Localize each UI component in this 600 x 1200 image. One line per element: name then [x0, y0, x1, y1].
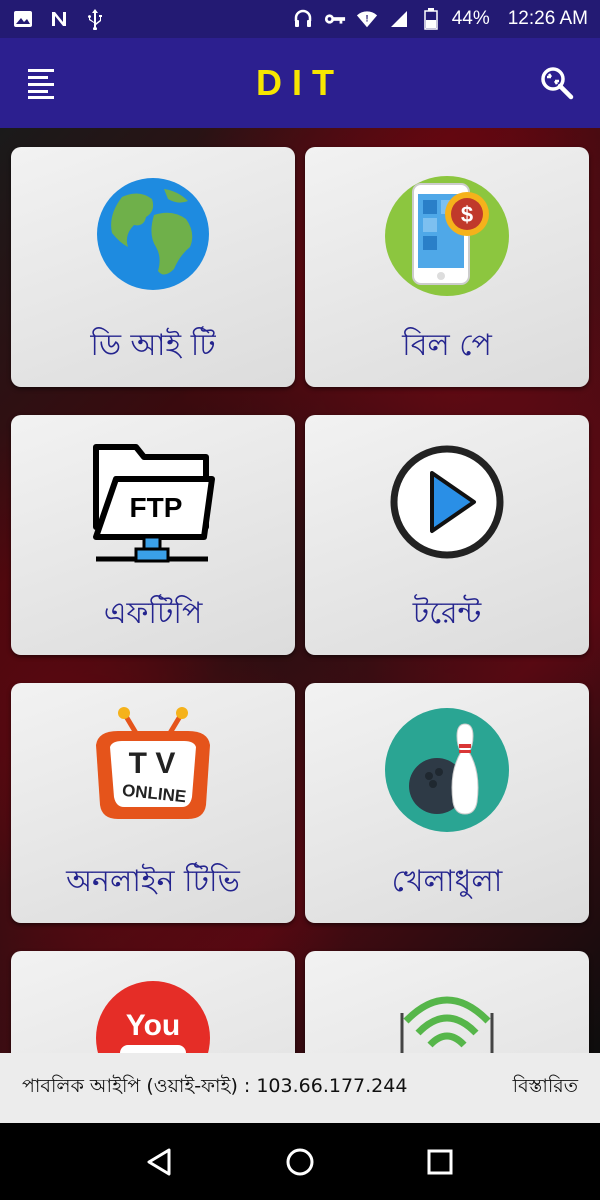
usb-icon — [84, 8, 106, 30]
public-ip-text: পাবলিক আইপি (ওয়াই-ফাই) : 103.66.177.244 — [22, 1075, 408, 1097]
clock: 12:26 AM — [507, 8, 588, 29]
tile-dit[interactable]: ডি আই টি — [11, 147, 295, 387]
tile-router[interactable] — [305, 951, 589, 1053]
youtube-icon-text: You — [126, 1009, 180, 1042]
battery-percent: 44% — [451, 8, 490, 29]
tile-youtube[interactable]: You — [11, 951, 295, 1053]
bowling-icon — [382, 705, 512, 835]
svg-text:!: ! — [365, 14, 368, 24]
tv-icon-text: T V — [129, 747, 176, 780]
headset-icon — [292, 8, 314, 30]
signal-icon — [388, 8, 410, 30]
battery-icon — [420, 8, 442, 30]
system-nav-bar — [0, 1123, 600, 1200]
tile-dit-label: ডি আই টি — [90, 328, 216, 363]
wifi-icon: ! — [356, 8, 378, 30]
play-icon — [382, 437, 512, 567]
tile-sports[interactable]: খেলাধুলা — [305, 683, 589, 923]
youtube-icon: You — [88, 973, 218, 1053]
recents-icon[interactable] — [422, 1144, 458, 1180]
status-bar: ! 44% 12:26 AM — [0, 0, 600, 38]
router-icon — [382, 973, 512, 1053]
tile-ftp[interactable]: FTP এফটিপি — [11, 415, 295, 655]
ftp-icon-text: FTP — [130, 492, 183, 523]
vpn-key-icon — [324, 8, 346, 30]
image-icon — [12, 8, 34, 30]
details-link[interactable]: বিস্তারিত — [513, 1072, 578, 1104]
search-icon[interactable] — [538, 64, 574, 100]
tile-online-tv[interactable]: T V ONLINE অনলাইন টিভি — [11, 683, 295, 923]
tile-bill-pay[interactable]: $ বিল পে — [305, 147, 589, 387]
tile-torrent-label: টরেন্ট — [412, 596, 482, 631]
public-ip-bar: পাবলিক আইপি (ওয়াই-ফাই) : 103.66.177.244… — [0, 1053, 600, 1123]
tile-online-tv-label: অনলাইন টিভি — [66, 864, 240, 899]
tile-sports-label: খেলাধুলা — [391, 864, 503, 899]
menu-icon[interactable] — [26, 66, 60, 100]
app-bar: DIT — [0, 38, 600, 128]
tv-online-icon: T V ONLINE — [88, 705, 218, 835]
app-title: DIT — [256, 62, 344, 103]
globe-icon — [88, 169, 218, 299]
tile-bill-pay-label: বিল পে — [402, 328, 492, 363]
mobile-payment-icon: $ — [382, 169, 512, 299]
ftp-folder-icon: FTP — [88, 437, 218, 567]
tile-torrent[interactable]: টরেন্ট — [305, 415, 589, 655]
home-icon[interactable] — [282, 1144, 318, 1180]
back-icon[interactable] — [142, 1144, 178, 1180]
svg-text:$: $ — [461, 202, 473, 227]
tile-grid: ডি আই টি $ বিল পে FTP এফটিপি টরেন্ট T V … — [0, 128, 600, 1053]
tile-ftp-label: এফটিপি — [103, 596, 203, 631]
n-icon — [48, 8, 70, 30]
